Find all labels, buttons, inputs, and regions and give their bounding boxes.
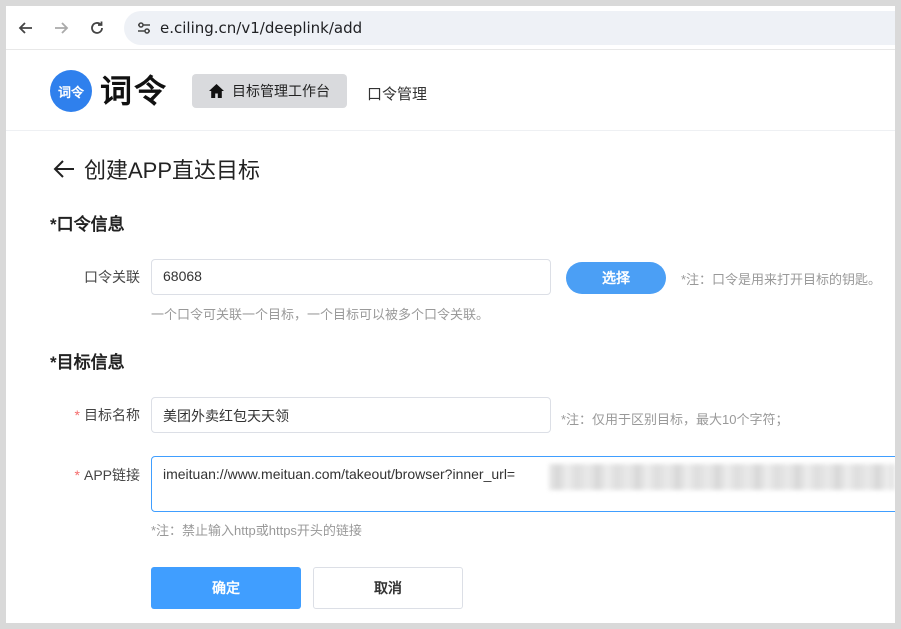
target-name-note: *注：仅用于区别目标，最大10个字符； [561,412,789,427]
select-button[interactable]: 选择 [566,262,666,294]
required-mark: * [74,407,80,423]
reload-icon[interactable] [85,16,109,40]
command-link-input[interactable]: 68068 [151,259,551,295]
site-header: 词令 词令 目标管理工作台 口令管理 [6,51,895,131]
section-target-title: *目标信息 [50,353,125,372]
browser-window: e.ciling.cn/v1/deeplink/add 词令 词令 目标管理工作… [6,6,895,623]
target-name-label-text: 目标名称 [84,407,140,423]
arrow-right-icon[interactable] [49,16,73,40]
nav-target-workbench[interactable]: 目标管理工作台 [192,74,347,108]
page-title: 创建APP直达目标 [52,153,260,185]
tune-icon[interactable] [136,20,152,36]
home-icon [209,84,224,98]
address-bar[interactable]: e.ciling.cn/v1/deeplink/add [124,11,895,45]
logo-badge[interactable]: 词令 [50,70,92,112]
browser-toolbar: e.ciling.cn/v1/deeplink/add [6,6,895,50]
section-command-title: *口令信息 [50,215,125,234]
app-link-label-text: APP链接 [83,467,140,483]
cancel-button[interactable]: 取消 [313,567,463,609]
back-arrow-icon[interactable] [52,159,76,179]
url-text: e.ciling.cn/v1/deeplink/add [160,19,363,37]
redacted-url-segment [549,464,895,490]
app-link-note: *注：禁止输入http或https开头的链接 [151,523,362,538]
page-title-text: 创建APP直达目标 [84,158,261,183]
confirm-button[interactable]: 确定 [151,567,301,609]
arrow-left-icon[interactable] [14,16,38,40]
logo-text[interactable]: 词令 [100,73,168,109]
required-mark: * [74,467,80,483]
command-note: *注：口令是用来打开目标的钥匙。 [681,272,882,287]
app-link-label: * APP链接 [6,465,140,485]
nav-command-management[interactable]: 口令管理 [367,83,427,104]
nav-target-workbench-label: 目标管理工作台 [232,83,330,99]
command-help-text: 一个口令可关联一个目标，一个目标可以被多个口令关联。 [151,307,490,322]
target-name-input[interactable]: 美团外卖红包天天领 [151,397,551,433]
command-link-label: 口令关联 [84,269,140,285]
target-name-label: * 目标名称 [6,405,140,425]
